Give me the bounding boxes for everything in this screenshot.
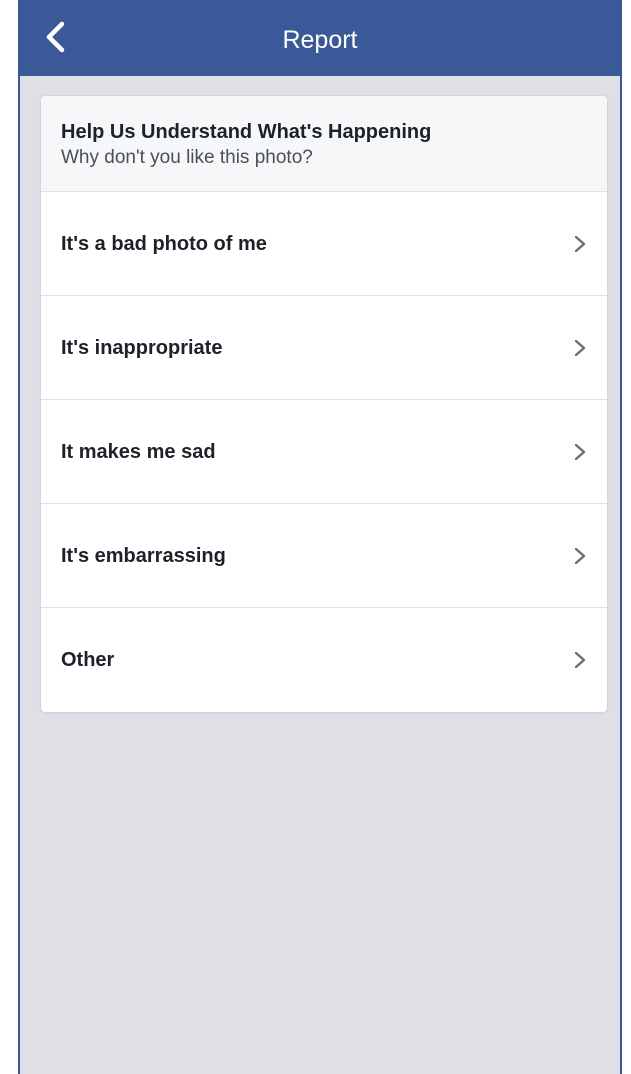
- option-bad-photo[interactable]: It's a bad photo of me: [41, 192, 607, 296]
- option-label: It's a bad photo of me: [61, 233, 267, 255]
- chevron-right-icon: [574, 443, 586, 461]
- card-subtitle: Why don't you like this photo?: [61, 147, 313, 168]
- option-other[interactable]: Other: [41, 608, 607, 712]
- chevron-right-icon: [574, 235, 586, 253]
- chevron-right-icon: [574, 339, 586, 357]
- option-label: It makes me sad: [61, 441, 216, 463]
- option-inappropriate[interactable]: It's inappropriate: [41, 296, 607, 400]
- card-title: Help Us Understand What's Happening: [61, 121, 432, 143]
- navigation-bar: Report: [20, 0, 620, 76]
- option-label: Other: [61, 649, 115, 671]
- page-title: Report: [282, 26, 358, 54]
- option-label: It's inappropriate: [61, 337, 223, 359]
- report-card: Help Us Understand What's Happening Why …: [40, 95, 608, 713]
- card-header: Help Us Understand What's Happening Why …: [41, 96, 607, 192]
- chevron-right-icon: [574, 651, 586, 669]
- app-frame: Report Help Us Understand What's Happeni…: [18, 0, 622, 1074]
- chevron-right-icon: [574, 547, 586, 565]
- option-makes-me-sad[interactable]: It makes me sad: [41, 400, 607, 504]
- option-embarrassing[interactable]: It's embarrassing: [41, 504, 607, 608]
- option-label: It's embarrassing: [61, 545, 226, 567]
